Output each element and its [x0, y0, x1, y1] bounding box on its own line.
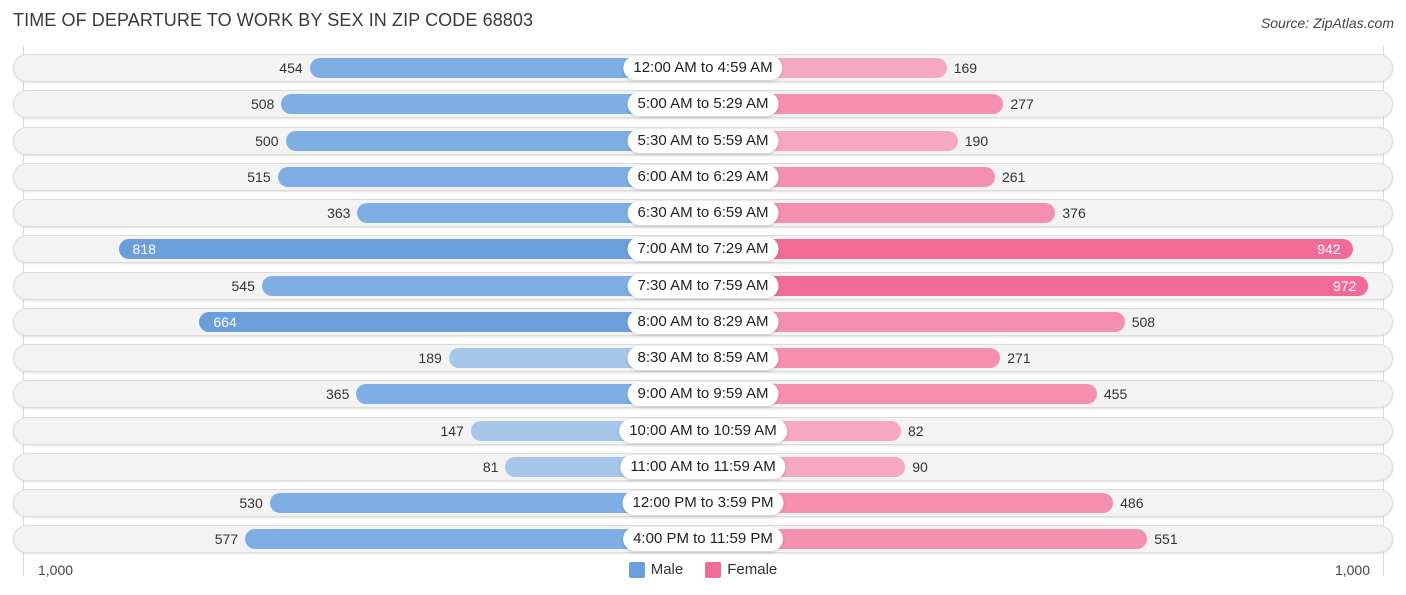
value-label-male: 454: [279, 60, 303, 76]
value-label-male: 500: [255, 132, 279, 149]
value-label-male: 818: [132, 241, 156, 258]
category-label: 8:00 AM to 8:29 AM: [627, 309, 779, 334]
value-label-female: 190: [964, 132, 989, 149]
legend-label-male: Male: [650, 561, 684, 578]
value-label-male: 515: [247, 168, 271, 185]
category-label: 12:00 AM to 4:59 AM: [623, 56, 783, 80]
bar-female[interactable]: [703, 239, 1353, 260]
value-label-female: 261: [1002, 168, 1026, 185]
value-label-female: 169: [953, 60, 978, 76]
value-label-male: 508: [250, 96, 275, 113]
category-label: 6:00 AM to 6:29 AM: [627, 164, 779, 189]
category-label: 12:00 PM to 3:59 PM: [622, 491, 784, 515]
category-label: 9:00 AM to 9:59 AM: [627, 382, 779, 407]
value-label-male: 189: [418, 350, 442, 366]
category-label: 5:00 AM to 5:29 AM: [627, 92, 779, 117]
value-label-male: 577: [214, 531, 239, 548]
value-label-male: 545: [231, 277, 255, 294]
chart-area: 454 169 12:00 AM to 4:59 AM 508 277 5:00 AM t…: [0, 0, 1406, 595]
value-label-female: 376: [1062, 205, 1086, 221]
value-label-female: 486: [1120, 495, 1144, 511]
bar-female[interactable]: [703, 275, 1369, 296]
value-label-female: 271: [1007, 350, 1031, 366]
legend-swatch-female: [705, 561, 722, 578]
value-label-male: 664: [213, 313, 237, 330]
value-label-male: 81: [482, 458, 499, 475]
legend-label-female: Female: [727, 561, 778, 578]
value-label-male: 530: [239, 495, 263, 511]
category-label: 7:00 AM to 7:29 AM: [627, 237, 779, 262]
legend-swatch-male: [628, 561, 645, 578]
category-label: 7:30 AM to 7:59 AM: [627, 273, 779, 298]
category-label: 8:30 AM to 8:59 AM: [627, 346, 779, 370]
value-label-female: 455: [1103, 386, 1128, 403]
value-label-female: 972: [1332, 277, 1357, 294]
value-label-male: 147: [440, 422, 464, 439]
category-label: 4:00 PM to 11:59 PM: [623, 527, 783, 552]
bar-male[interactable]: [118, 239, 703, 260]
value-label-female: 942: [1317, 241, 1341, 258]
value-label-male: 365: [326, 386, 350, 403]
value-label-female: 551: [1154, 531, 1178, 548]
category-label: 10:00 AM to 10:59 AM: [619, 418, 787, 443]
value-label-female: 508: [1131, 313, 1156, 330]
value-label-female: 82: [908, 422, 924, 439]
legend-item-male[interactable]: Male: [628, 561, 684, 578]
legend-item-female[interactable]: Female: [705, 561, 777, 578]
legend: Male Female: [0, 561, 1406, 578]
category-label: 6:30 AM to 6:59 AM: [627, 201, 779, 225]
category-label: 11:00 AM to 11:59 AM: [620, 454, 786, 479]
value-label-female: 277: [1010, 96, 1034, 113]
value-label-male: 363: [327, 205, 351, 221]
category-label: 5:30 AM to 5:59 AM: [627, 128, 779, 153]
value-label-female: 90: [912, 458, 928, 475]
